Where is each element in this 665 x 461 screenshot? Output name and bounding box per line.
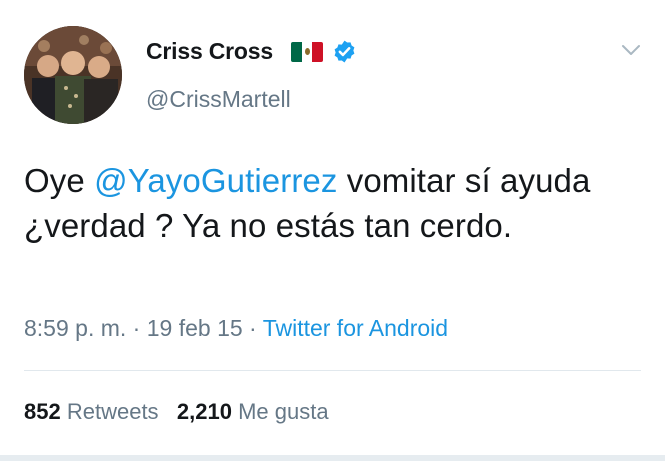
tweet-metadata: 8:59 p. m. · 19 feb 15 · Twitter for And… bbox=[24, 315, 448, 342]
tweet-source-link[interactable]: Twitter for Android bbox=[263, 315, 448, 341]
verified-badge-icon bbox=[334, 40, 355, 63]
tweet-text-start: Oye bbox=[24, 162, 95, 199]
mention-link[interactable]: @YayoGutierrez bbox=[94, 162, 337, 199]
tweet-stats: 852 Retweets 2,210 Me gusta bbox=[24, 399, 329, 425]
avatar-photo bbox=[24, 26, 122, 124]
chevron-down-icon[interactable] bbox=[620, 42, 642, 58]
display-name[interactable]: Criss Cross bbox=[146, 38, 273, 65]
avatar[interactable] bbox=[24, 26, 122, 124]
retweets-count: 852 bbox=[24, 399, 61, 424]
tweet-date[interactable]: 19 feb 15 bbox=[147, 315, 243, 341]
mexico-flag-icon bbox=[291, 42, 323, 62]
tweet-text: Oye @YayoGutierrez vomitar sí ayuda ¿ver… bbox=[24, 158, 644, 248]
retweets-label: Retweets bbox=[66, 399, 159, 424]
card-bottom-border bbox=[0, 455, 665, 461]
meta-separator: · bbox=[242, 315, 263, 341]
likes-count: 2,210 bbox=[176, 399, 232, 424]
user-handle[interactable]: @CrissMartell bbox=[146, 86, 291, 113]
likes-label: Me gusta bbox=[238, 399, 329, 424]
divider bbox=[24, 370, 641, 371]
meta-separator: · bbox=[126, 315, 147, 341]
tweet-card: Criss Cross @CrissMartell Oye @YayoGutie… bbox=[0, 0, 665, 461]
tweet-time[interactable]: 8:59 p. m. bbox=[24, 315, 126, 341]
likes-stat[interactable]: 2,210 Me gusta bbox=[177, 399, 329, 424]
retweets-stat[interactable]: 852 Retweets bbox=[24, 399, 159, 424]
